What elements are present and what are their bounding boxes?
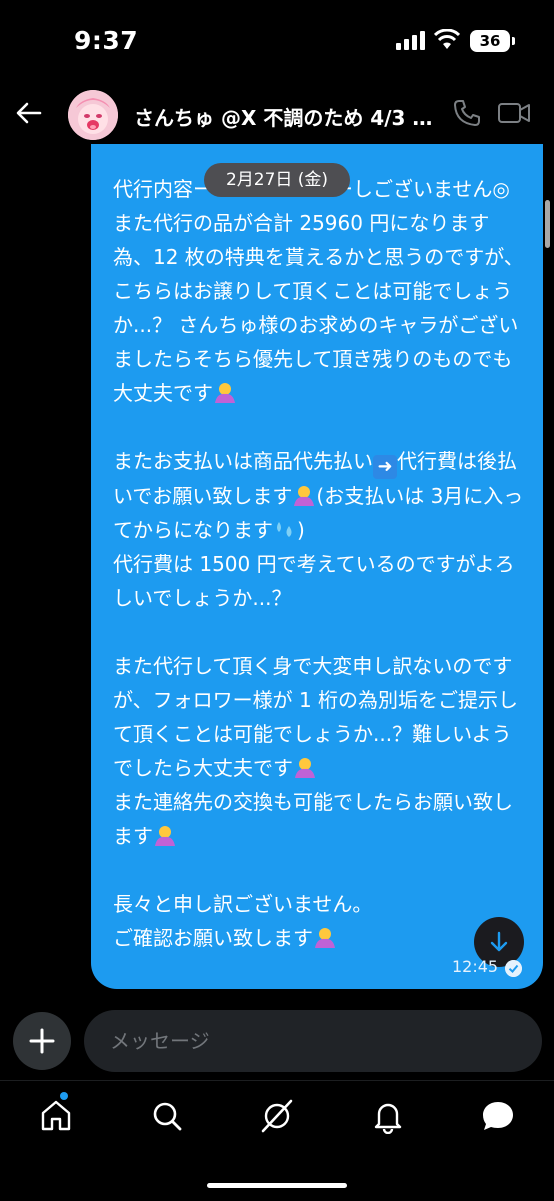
message-line: 長々と申し訳ございません。: [113, 892, 373, 916]
bowing-person-emoji-icon: [155, 826, 175, 846]
bowing-person-emoji-icon: [215, 383, 235, 403]
message-paragraph-3: また代行して頂く身で大変申し訳ないのですが、フォロワー様が 1 桁の為別垢をご提…: [113, 649, 528, 853]
phone-icon[interactable]: [452, 98, 482, 128]
message-line: またお支払いは商品代先払い: [113, 449, 373, 473]
message-input[interactable]: [84, 1010, 542, 1072]
bowing-person-emoji-icon: [315, 928, 335, 948]
avatar[interactable]: [68, 90, 118, 140]
read-check-icon: [505, 960, 522, 977]
messages-icon[interactable]: [480, 1098, 516, 1134]
sweat-droplets-emoji-icon: [277, 522, 292, 537]
signal-icon: [396, 31, 425, 50]
grok-icon[interactable]: [259, 1098, 295, 1134]
notifications-icon[interactable]: [370, 1098, 406, 1134]
plus-icon: [29, 1028, 55, 1054]
home-indicator: [207, 1183, 347, 1188]
conversation-title[interactable]: さんちゅ @X 不調のため 4/3 …: [134, 102, 434, 131]
status-time: 9:37: [74, 26, 139, 55]
wifi-icon: [434, 29, 460, 49]
message-line: 代行内容ーーーーーーーーしございません◎ また代行の品が合計 25960 円にな…: [113, 177, 524, 405]
message-timestamp: 12:45: [452, 957, 499, 976]
notification-dot: [60, 1092, 68, 1100]
message-text: 代行内容ーーーーーーーーしございません◎ また代行の品が合計 25960 円にな…: [113, 172, 528, 955]
avatar-image-icon: [68, 90, 118, 140]
message-paragraph-4: 長々と申し訳ございません。 ご確認お願い致します: [113, 887, 528, 955]
video-call-icon[interactable]: [497, 100, 531, 126]
message-line: 代行費は 1500 円で考えているのですがよろしいでしょうか...？: [113, 552, 515, 610]
add-attachment-button[interactable]: [13, 1012, 71, 1070]
battery-indicator: 36: [470, 30, 510, 52]
search-icon[interactable]: [149, 1098, 185, 1134]
back-arrow-icon[interactable]: [14, 98, 44, 128]
date-separator: 2月27日 (金): [204, 163, 350, 197]
message-line: ご確認お願い致します: [113, 926, 313, 950]
home-icon[interactable]: [38, 1098, 74, 1134]
right-arrow-emoji-icon: ➜: [373, 455, 397, 479]
bowing-person-emoji-icon: [295, 758, 315, 778]
message-paragraph-2: またお支払いは商品代先払い ➜ 代行費は後払いでお願い致します (お支払いは 3月に入…: [113, 449, 524, 610]
battery-tip: [512, 37, 515, 45]
bowing-person-emoji-icon: [294, 486, 315, 506]
scrollbar-thumb[interactable]: [545, 200, 550, 248]
message-paragraph-1: 代行内容ーーーーーーーーしございません◎ また代行の品が合計 25960 円にな…: [113, 172, 528, 410]
